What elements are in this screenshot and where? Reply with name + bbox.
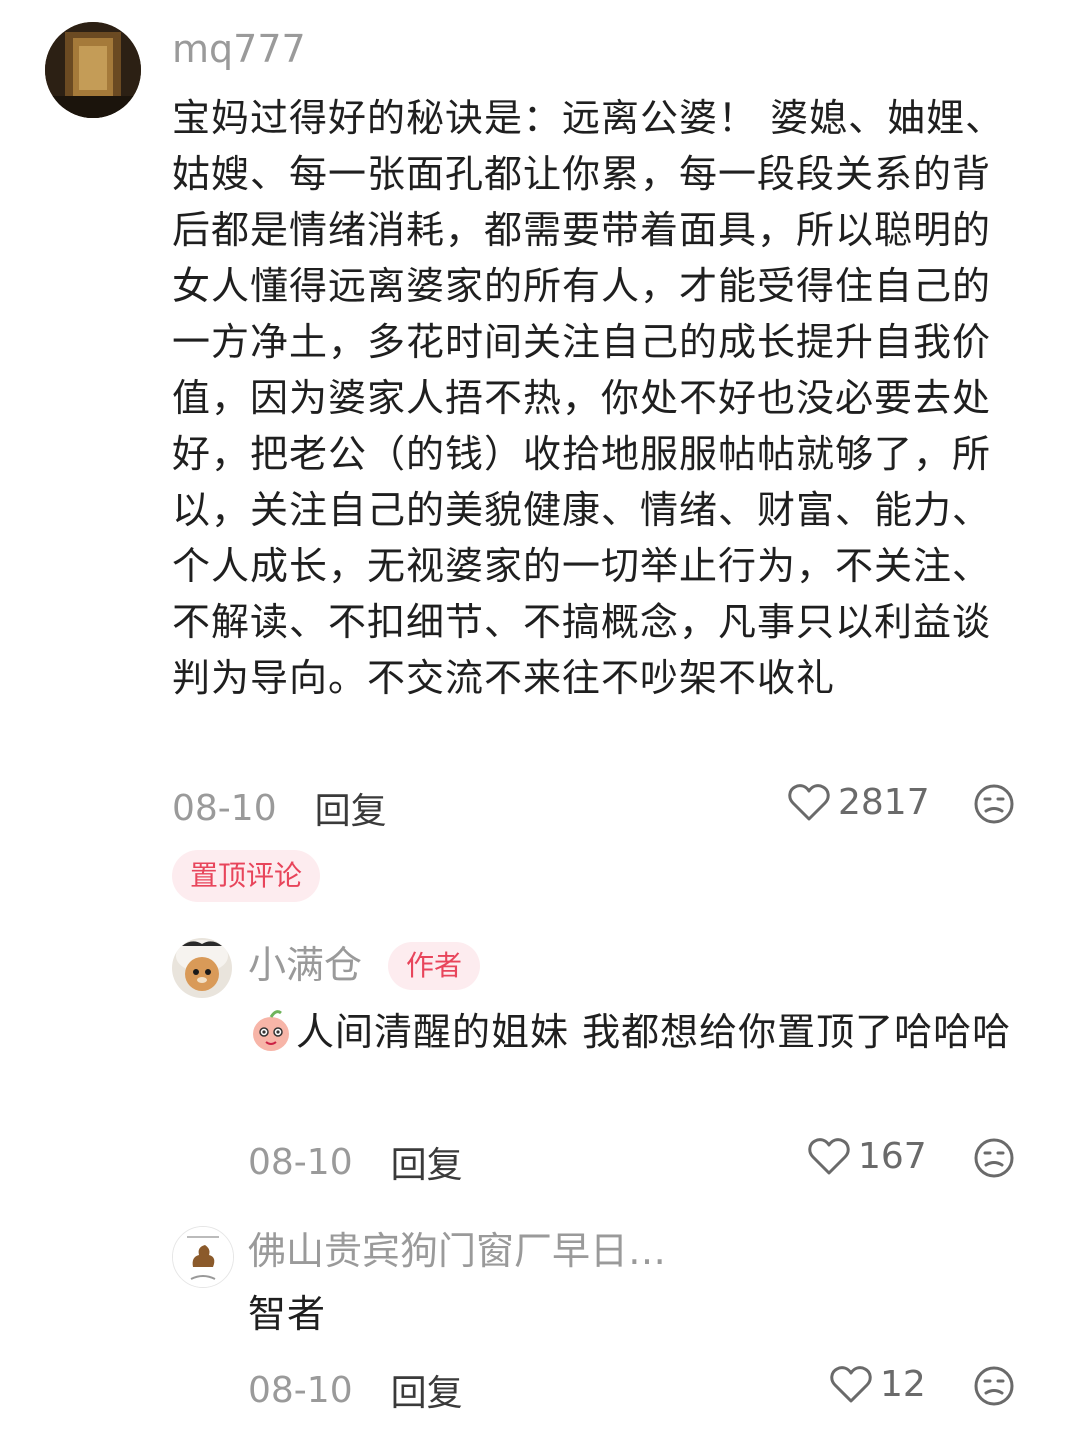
reply-button[interactable]: 回复 (391, 1364, 463, 1416)
poop-avatar-image (173, 1227, 233, 1287)
reply-avatar[interactable] (172, 1226, 234, 1288)
reply-avatar[interactable] (172, 938, 232, 998)
dislike-face-icon[interactable] (973, 1137, 1015, 1179)
comment-date: 08-10 (172, 787, 277, 829)
username[interactable]: mq777 (172, 30, 306, 68)
like-count: 167 (858, 1136, 927, 1177)
heart-icon (788, 783, 830, 820)
reply-username[interactable]: 佛山贵宾狗门窗厂早日… (248, 1232, 666, 1270)
reply-meta: 08-10 回复 (248, 1136, 463, 1188)
avatar[interactable] (45, 22, 141, 118)
like-count: 2817 (838, 782, 930, 823)
comment-text: 宝妈过得好的秘诀是：远离公婆！ 婆媳、妯娌、姑嫂、每一张面孔都让你累，每一段段关… (172, 96, 1005, 700)
pinned-comment-badge: 置顶评论 (172, 850, 321, 902)
reply-meta: 08-10 回复 (248, 1364, 463, 1416)
heart-icon (808, 1137, 850, 1174)
heart-icon (830, 1365, 872, 1402)
reply-username[interactable]: 小满仓 (248, 946, 362, 984)
like-button[interactable]: 167 (808, 1136, 927, 1177)
reply-date: 08-10 (248, 1141, 353, 1183)
dislike-face-icon[interactable] (973, 783, 1015, 825)
reply-text: 人间清醒的姐妹 我都想给你置顶了哈哈哈 (296, 1010, 1012, 1054)
like-button[interactable]: 2817 (788, 782, 930, 823)
reply-date: 08-10 (248, 1369, 353, 1411)
comment-meta: 08-10 回复 (172, 782, 387, 834)
avatar-image (45, 22, 141, 118)
reply-button[interactable]: 回复 (391, 1136, 463, 1188)
reply-text-block: 人间清醒的姐妹 我都想给你置顶了哈哈哈 (248, 1004, 1023, 1060)
author-badge: 作者 (388, 942, 481, 990)
emoji-icon (253, 1010, 289, 1051)
reply-button[interactable]: 回复 (315, 782, 387, 834)
like-button[interactable]: 12 (830, 1364, 926, 1405)
like-count: 12 (880, 1364, 926, 1405)
cat-avatar-image (172, 938, 232, 998)
reply-text: 智者 (248, 1292, 327, 1336)
dislike-face-icon[interactable] (973, 1365, 1015, 1407)
